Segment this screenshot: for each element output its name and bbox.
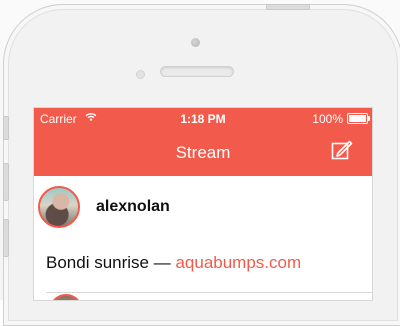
compose-icon[interactable] <box>330 138 354 162</box>
volume-down-button <box>3 219 9 257</box>
post-body: Bondi sunrise — <box>46 253 176 272</box>
post-text: Bondi sunrise — aquabumps.com <box>46 253 301 273</box>
avatar[interactable] <box>49 294 83 300</box>
earpiece-speaker <box>160 66 234 77</box>
avatar[interactable] <box>38 186 80 228</box>
status-bar: Carrier 1:18 PM 100% <box>34 108 372 128</box>
volume-up-button <box>3 163 9 201</box>
post-username[interactable]: alexnolan <box>96 198 170 216</box>
mute-switch <box>3 116 9 140</box>
phone-screen: Carrier 1:18 PM 100% Stream alexnolan Bo… <box>34 108 372 300</box>
divider <box>46 292 372 293</box>
proximity-sensor <box>136 70 145 79</box>
post-item[interactable]: alexnolan Bondi sunrise — aquabumps.com <box>34 176 372 290</box>
front-camera <box>191 38 200 47</box>
phone-mockup: Carrier 1:18 PM 100% Stream alexnolan Bo… <box>0 0 400 326</box>
post-link[interactable]: aquabumps.com <box>175 253 301 272</box>
page-title: Stream <box>175 143 231 162</box>
power-button <box>266 4 310 10</box>
stream-feed: alexnolan Bondi sunrise — aquabumps.com <box>34 176 372 300</box>
battery-icon <box>347 113 370 124</box>
navigation-bar: Carrier 1:18 PM 100% Stream <box>34 108 372 176</box>
battery-percentage: 100% <box>312 112 343 126</box>
